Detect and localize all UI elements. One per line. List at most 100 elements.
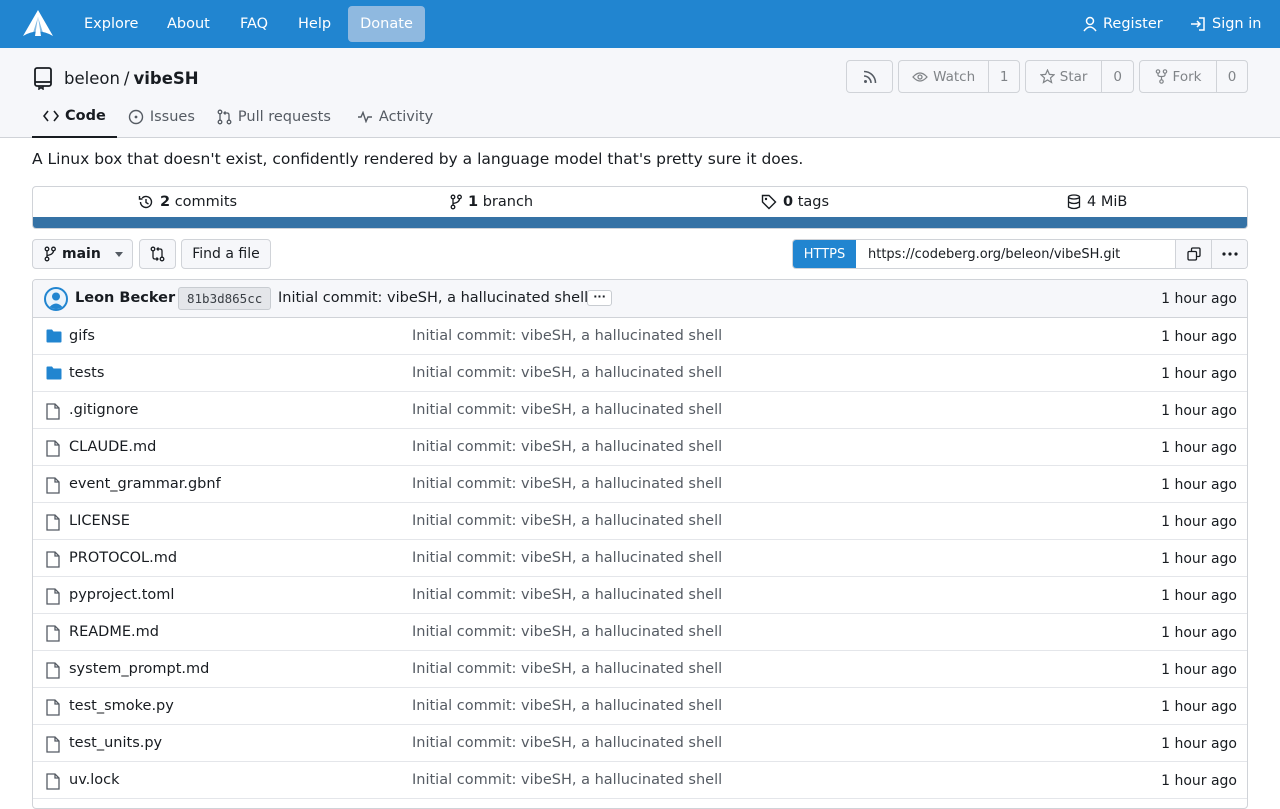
find-file-button[interactable]: Find a file	[181, 239, 271, 269]
repo-size: 4 MiB	[1067, 187, 1127, 217]
nav-help[interactable]: Help	[298, 0, 331, 48]
file-commit-message[interactable]: Initial commit: vibeSH, a hallucinated s…	[412, 587, 722, 603]
file-commit-message[interactable]: Initial commit: vibeSH, a hallucinated s…	[412, 550, 722, 566]
rss-button[interactable]	[846, 60, 893, 93]
fork-count[interactable]: 0	[1216, 61, 1247, 92]
tab-pull-requests[interactable]: Pull requests	[206, 96, 342, 138]
table-row: PROTOCOL.md Initial commit: vibeSH, a hal…	[33, 540, 1247, 577]
compare-button[interactable]	[139, 239, 176, 269]
file-name-link[interactable]: pyproject.toml	[69, 587, 174, 603]
file-name-link[interactable]: event_grammar.gbnf	[69, 476, 221, 492]
file-commit-time: 1 hour ago	[1161, 551, 1237, 567]
file-commit-time: 1 hour ago	[1161, 588, 1237, 604]
file-commit-message[interactable]: Initial commit: vibeSH, a hallucinated s…	[412, 624, 722, 640]
tab-issues-label: Issues	[149, 109, 195, 125]
file-name-link[interactable]: gifs	[69, 328, 95, 344]
codeberg-logo-icon[interactable]	[22, 9, 54, 39]
compare-icon	[150, 246, 165, 262]
clone-more-button[interactable]	[1212, 240, 1247, 268]
star-icon	[1039, 69, 1055, 84]
file-name-link[interactable]: uv.lock	[69, 772, 120, 788]
star-button[interactable]: Star	[1026, 61, 1101, 92]
issue-icon	[128, 109, 144, 125]
nav-explore[interactable]: Explore	[84, 0, 138, 48]
file-name-link[interactable]: tests	[69, 365, 104, 381]
top-navbar: Explore About FAQ Help Donate Register S…	[0, 0, 1280, 48]
file-commit-message[interactable]: Initial commit: vibeSH, a hallucinated s…	[412, 698, 722, 714]
repo-owner-link[interactable]: beleon	[64, 69, 120, 88]
file-icon	[46, 736, 60, 753]
commit-author[interactable]: Leon Becker	[75, 290, 175, 306]
table-row: uv.lock Initial commit: vibeSH, a halluci…	[33, 762, 1247, 799]
repo-stats-bar: 2 commits 1 branch 0 tags 4 MiB	[32, 186, 1248, 229]
tags-label: tags	[797, 194, 830, 210]
nav-about[interactable]: About	[167, 0, 210, 48]
https-button[interactable]: HTTPS	[793, 240, 856, 268]
file-commit-time: 1 hour ago	[1161, 736, 1237, 752]
history-icon	[138, 194, 154, 210]
commits-link[interactable]: 2 commits	[138, 187, 237, 217]
branch-label: branch	[482, 194, 534, 210]
file-commit-message[interactable]: Initial commit: vibeSH, a hallucinated s…	[412, 661, 722, 677]
file-commit-message[interactable]: Initial commit: vibeSH, a hallucinated s…	[412, 402, 722, 418]
language-bar[interactable]	[33, 217, 1247, 228]
file-name-link[interactable]: system_prompt.md	[69, 661, 209, 677]
file-commit-time: 1 hour ago	[1161, 699, 1237, 715]
file-commit-time: 1 hour ago	[1161, 662, 1237, 678]
watch-count[interactable]: 1	[988, 61, 1019, 92]
fork-button[interactable]: Fork	[1140, 61, 1216, 92]
copy-url-button[interactable]	[1176, 240, 1212, 268]
file-name-link[interactable]: test_units.py	[69, 735, 162, 751]
commit-expand-button[interactable]: ···	[587, 290, 612, 306]
file-icon	[46, 403, 60, 420]
tab-activity[interactable]: Activity	[346, 96, 444, 138]
watch-label: Watch	[933, 68, 976, 85]
file-name-link[interactable]: PROTOCOL.md	[69, 550, 177, 566]
table-row: LICENSE Initial commit: vibeSH, a halluci…	[33, 503, 1247, 540]
commit-message[interactable]: Initial commit: vibeSH, a hallucinated s…	[278, 290, 588, 306]
register-label: Register	[1103, 16, 1163, 32]
database-icon	[1067, 194, 1081, 210]
file-commit-message[interactable]: Initial commit: vibeSH, a hallucinated s…	[412, 365, 722, 381]
file-name-link[interactable]: test_smoke.py	[69, 698, 174, 714]
file-commit-message[interactable]: Initial commit: vibeSH, a hallucinated s…	[412, 476, 722, 492]
register-link[interactable]: Register	[1083, 0, 1163, 48]
tags-count: 0	[783, 194, 794, 210]
donate-button[interactable]: Donate	[348, 6, 425, 42]
table-row: .gitignore Initial commit: vibeSH, a hall…	[33, 392, 1247, 429]
tags-link[interactable]: 0 tags	[761, 187, 829, 217]
file-commit-message[interactable]: Initial commit: vibeSH, a hallucinated s…	[412, 328, 722, 344]
table-row: gifs Initial commit: vibeSH, a hallucinat…	[33, 318, 1247, 355]
tab-issues[interactable]: Issues	[117, 96, 206, 138]
file-icon	[46, 514, 60, 531]
table-row: system_prompt.md Initial commit: vibeSH, …	[33, 651, 1247, 688]
repo-name-link[interactable]: vibeSH	[133, 69, 198, 88]
file-commit-message[interactable]: Initial commit: vibeSH, a hallucinated s…	[412, 735, 722, 751]
table-row: event_grammar.gbnf Initial commit: vibeSH…	[33, 466, 1247, 503]
file-icon	[46, 625, 60, 642]
file-commit-message[interactable]: Initial commit: vibeSH, a hallucinated s…	[412, 439, 722, 455]
file-name-link[interactable]: CLAUDE.md	[69, 439, 156, 455]
avatar[interactable]	[44, 287, 68, 311]
file-commit-message[interactable]: Initial commit: vibeSH, a hallucinated s…	[412, 772, 722, 788]
file-name-link[interactable]: LICENSE	[69, 513, 130, 529]
branches-link[interactable]: 1 branch	[450, 187, 533, 217]
sign-in-link[interactable]: Sign in	[1190, 0, 1261, 48]
file-icon	[46, 477, 60, 494]
star-count[interactable]: 0	[1101, 61, 1133, 92]
repo-header: beleon / vibeSH Watch 1 Star 0 Fork 0 Co…	[0, 48, 1280, 138]
file-commit-message[interactable]: Initial commit: vibeSH, a hallucinated s…	[412, 513, 722, 529]
clone-url-input[interactable]: https://codeberg.org/beleon/vibeSH.git	[856, 240, 1176, 268]
file-commit-time: 1 hour ago	[1161, 440, 1237, 456]
file-commit-time: 1 hour ago	[1161, 329, 1237, 345]
repo-description: A Linux box that doesn't exist, confiden…	[32, 150, 804, 168]
tab-code[interactable]: Code	[32, 96, 117, 138]
commit-sha[interactable]: 81b3d865cc	[178, 287, 272, 310]
nav-faq[interactable]: FAQ	[240, 0, 268, 48]
kebab-horizontal-icon	[1221, 252, 1238, 256]
watch-button[interactable]: Watch	[899, 61, 988, 92]
file-name-link[interactable]: .gitignore	[69, 402, 138, 418]
rss-icon	[847, 61, 892, 92]
file-name-link[interactable]: README.md	[69, 624, 159, 640]
branch-selector[interactable]: main	[32, 239, 133, 269]
